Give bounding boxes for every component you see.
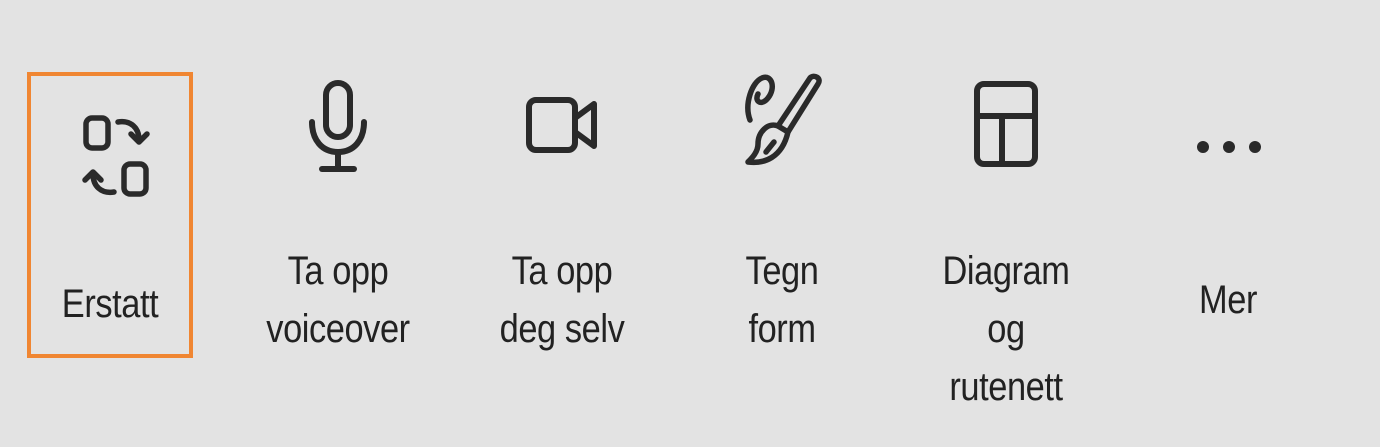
more-icon [1194,136,1264,158]
record-yourself-label: Ta opp deg selv [499,249,625,351]
microphone-icon [308,78,368,174]
diagram-grid-button[interactable]: Diagram og rutenett [906,72,1106,409]
video-camera-icon [524,92,600,158]
draw-shape-label: Tegn form [745,249,819,351]
replace-button[interactable]: Erstatt [27,72,193,358]
insert-toolbar: Erstatt Ta opp voiceover Ta opp deg selv… [0,0,1380,447]
more-label: Mer [1199,278,1257,322]
record-voiceover-button[interactable]: Ta opp voiceover [238,72,438,358]
replace-icon [81,112,151,202]
record-yourself-button[interactable]: Ta opp deg selv [462,72,662,358]
layout-grid-icon [972,80,1040,168]
brush-icon [744,72,824,168]
draw-shape-button[interactable]: Tegn form [682,72,882,358]
record-voiceover-label: Ta opp voiceover [266,249,410,351]
diagram-grid-label: Diagram og rutenett [942,249,1070,409]
replace-label: Erstatt [61,282,159,326]
more-button[interactable]: Mer [1128,72,1328,358]
